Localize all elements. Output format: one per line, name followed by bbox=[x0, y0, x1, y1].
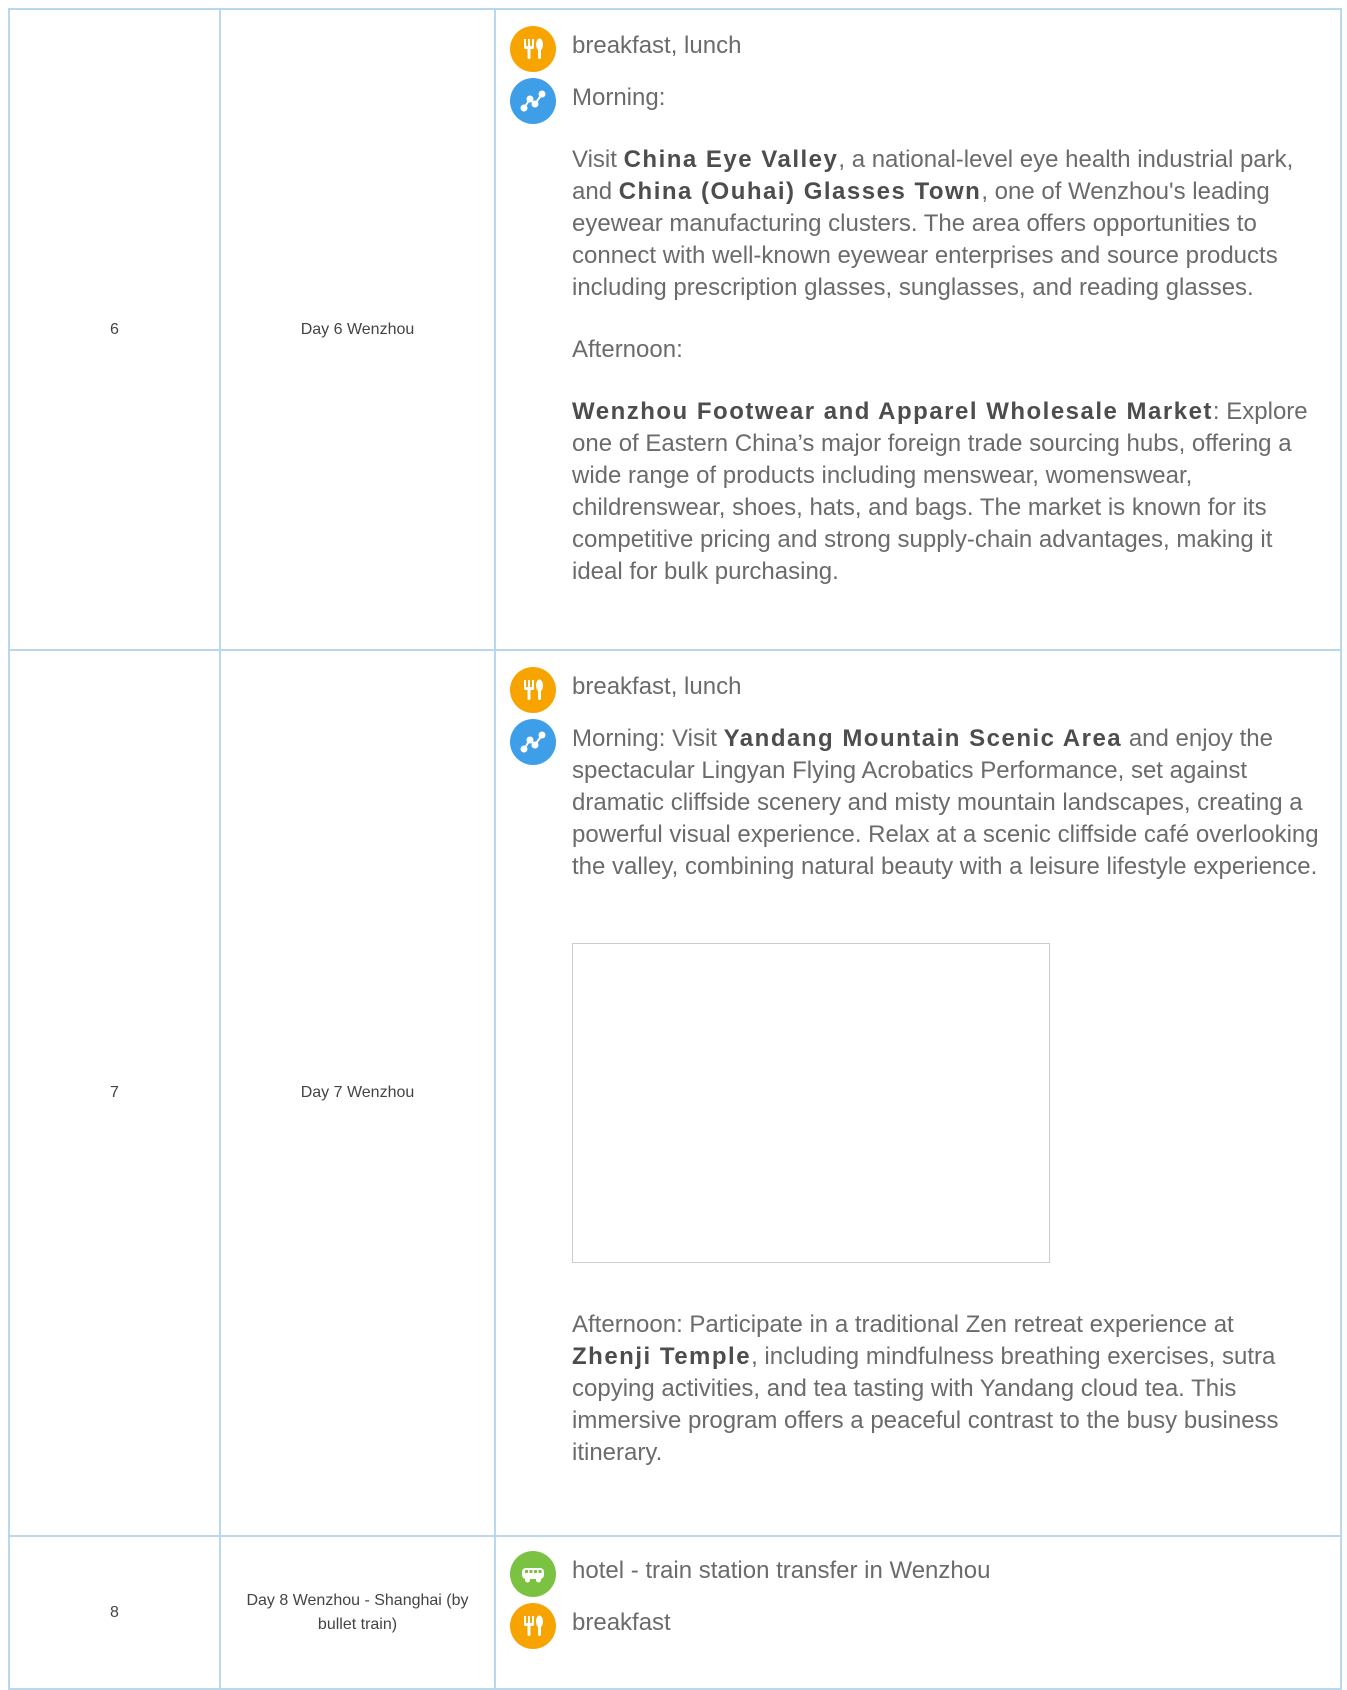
day-details: breakfast, lunch Morning: Visit Yandang … bbox=[494, 649, 1342, 1537]
attraction-photo bbox=[572, 943, 1050, 1263]
activity-row: Morning: Visit Yandang Mountain Scenic A… bbox=[510, 719, 1320, 1469]
activity-text: Morning: Visit China Eye Valley, a natio… bbox=[572, 78, 1320, 588]
meals-text: breakfast, lunch bbox=[572, 673, 742, 700]
activity-row: Morning: Visit China Eye Valley, a natio… bbox=[510, 78, 1320, 588]
day-number: 6 bbox=[8, 8, 221, 651]
day-title-cell: Day 8 Wenzhou - Shanghai (by bullet trai… bbox=[219, 1535, 496, 1690]
afternoon-description: Afternoon: Participate in a traditional … bbox=[572, 1311, 1279, 1466]
route-icon bbox=[510, 78, 556, 124]
day-title-cell: Day 7 Wenzhou bbox=[219, 649, 496, 1537]
afternoon-description: Wenzhou Footwear and Apparel Wholesale M… bbox=[572, 398, 1308, 585]
attraction-name: China (Ouhai) Glasses Town bbox=[618, 178, 982, 205]
route-icon bbox=[510, 719, 556, 765]
meals-row: breakfast, lunch bbox=[510, 26, 1320, 72]
meal-icon bbox=[510, 1603, 556, 1649]
morning-description: Visit China Eye Valley, a national-level… bbox=[572, 146, 1294, 301]
attraction-name: Zhenji Temple bbox=[572, 1343, 752, 1370]
meal-icon bbox=[510, 667, 556, 713]
transfer-row: hotel - train station transfer in Wenzho… bbox=[510, 1551, 1320, 1597]
day-title: Day 8 Wenzhou - Shanghai (by bullet trai… bbox=[246, 1591, 469, 1633]
attraction-name: Wenzhou Footwear and Apparel Wholesale M… bbox=[572, 398, 1213, 425]
day-title: Day 6 Wenzhou bbox=[300, 320, 415, 338]
day-title: Day 7 Wenzhou bbox=[300, 1084, 415, 1101]
meals-text: breakfast, lunch bbox=[572, 32, 742, 59]
morning-description: Morning: Visit Yandang Mountain Scenic A… bbox=[572, 725, 1319, 880]
day-details: hotel - train station transfer in Wenzho… bbox=[494, 1535, 1342, 1690]
meals-row: breakfast, lunch bbox=[510, 667, 1320, 713]
meals-row: breakfast bbox=[510, 1603, 1320, 1649]
itinerary-table: 6 Day 6 Wenzhou breakfast, lunch Morning… bbox=[8, 8, 1342, 1690]
day-number: 7 bbox=[8, 649, 221, 1537]
attraction-name: Yandang Mountain Scenic Area bbox=[723, 725, 1123, 752]
day-number: 8 bbox=[8, 1535, 221, 1690]
meals-text: breakfast bbox=[572, 1609, 671, 1636]
morning-label: Morning: bbox=[572, 84, 666, 111]
afternoon-label: Afternoon: bbox=[572, 336, 683, 363]
transfer-text: hotel - train station transfer in Wenzho… bbox=[572, 1557, 991, 1584]
day-details: breakfast, lunch Morning: Visit China Ey… bbox=[494, 8, 1342, 651]
table-row: 7 Day 7 Wenzhou breakfast, lunch Morning… bbox=[8, 649, 1342, 1537]
attraction-name: China Eye Valley bbox=[623, 146, 839, 173]
day-title-cell: Day 6 Wenzhou bbox=[219, 8, 496, 651]
table-row: 6 Day 6 Wenzhou breakfast, lunch Morning… bbox=[8, 8, 1342, 651]
table-row: 8 Day 8 Wenzhou - Shanghai (by bullet tr… bbox=[8, 1535, 1342, 1690]
meal-icon bbox=[510, 26, 556, 72]
bus-icon bbox=[510, 1551, 556, 1597]
activity-text: Morning: Visit Yandang Mountain Scenic A… bbox=[572, 719, 1320, 1469]
